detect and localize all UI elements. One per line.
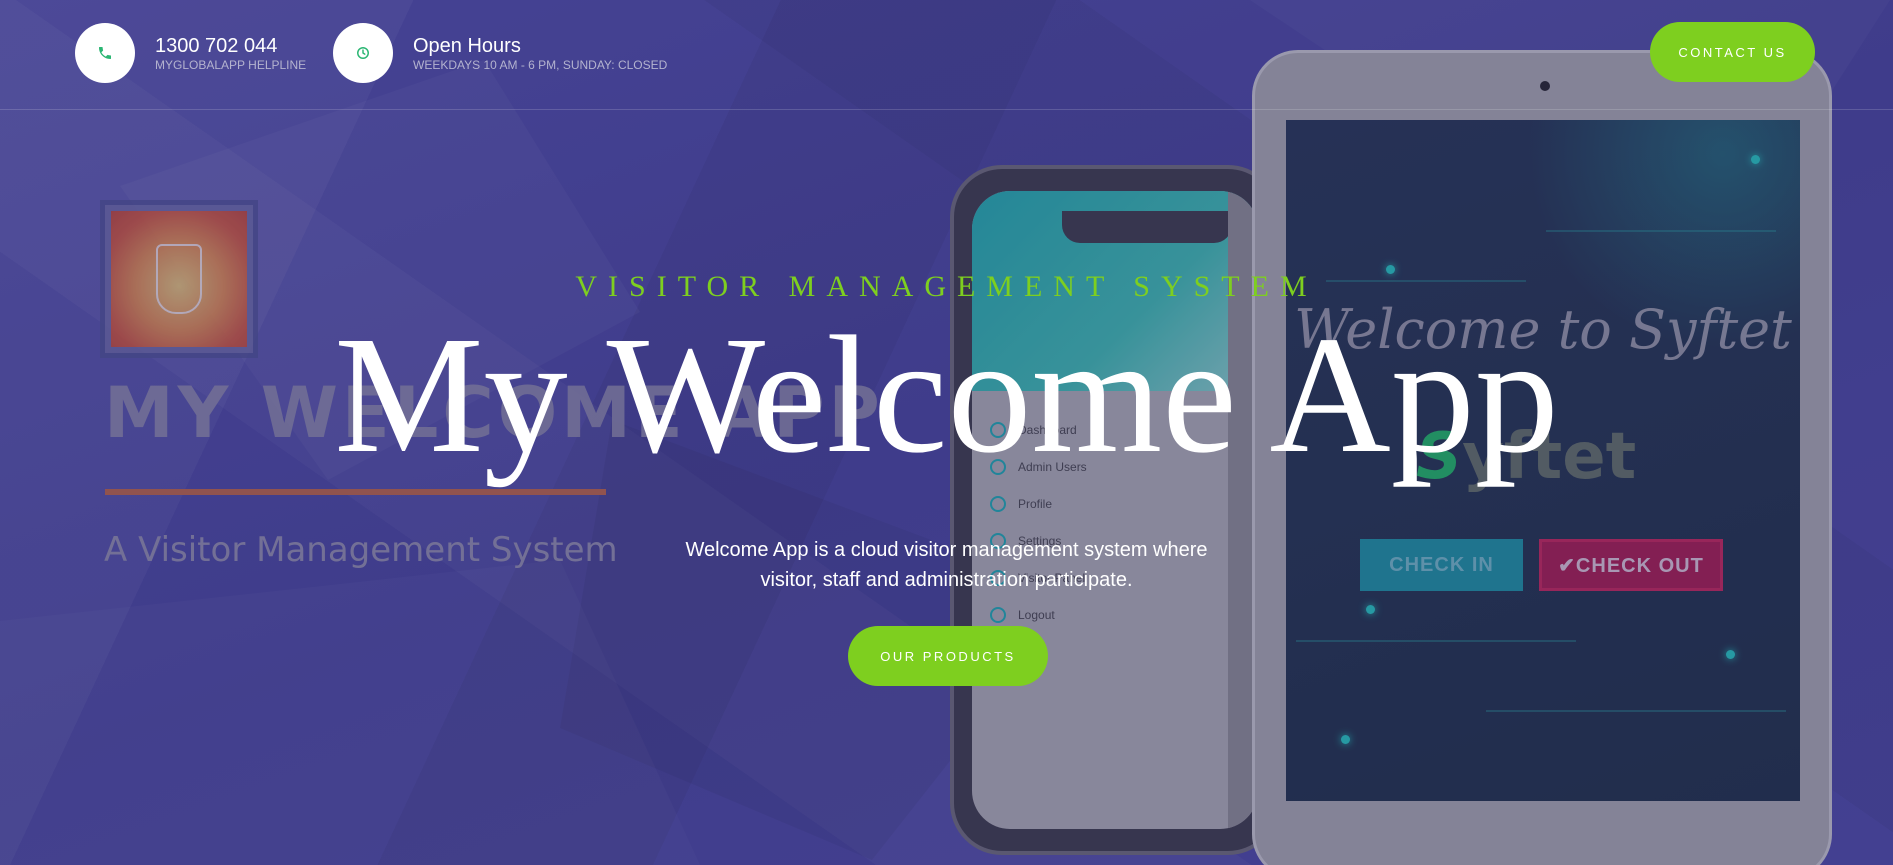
open-hours-info: Open Hours WEEKDAYS 10 AM - 6 PM, SUNDAY… <box>333 23 667 83</box>
hero-description: Welcome App is a cloud visitor managemen… <box>685 539 1208 591</box>
phone-icon-circle[interactable] <box>75 23 135 83</box>
hero-title: My Welcome App <box>334 302 1559 488</box>
helpline-number: 1300 702 044 <box>155 35 278 57</box>
open-hours-detail: WEEKDAYS 10 AM - 6 PM, SUNDAY: CLOSED <box>413 58 668 72</box>
open-hours-title: Open Hours <box>413 35 521 57</box>
helpline-info: 1300 702 044 MYGLOBALAPP HELPLINE <box>75 23 306 83</box>
clock-icon <box>357 47 369 59</box>
phone-icon <box>99 47 111 59</box>
contact-us-button[interactable]: CONTACT US <box>1650 22 1815 82</box>
helpline-label: MYGLOBALAPP HELPLINE <box>155 58 307 72</box>
our-products-button[interactable]: OUR PRODUCTS <box>848 626 1048 686</box>
hero-eyebrow: VISITOR MANAGEMENT SYSTEM <box>575 270 1318 303</box>
clock-icon-circle[interactable] <box>333 23 393 83</box>
top-bar: 1300 702 044 MYGLOBALAPP HELPLINE Open H… <box>0 0 1893 110</box>
